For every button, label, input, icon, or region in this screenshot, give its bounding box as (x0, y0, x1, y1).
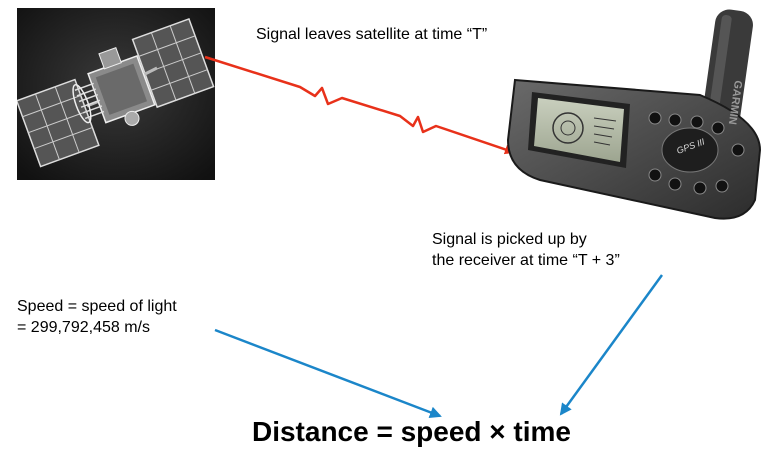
signal-picked-up-line-1: Signal is picked up by (432, 231, 587, 248)
signal-arrow (204, 55, 515, 155)
time-arrow (559, 274, 664, 416)
speed-label-line-1: Speed = speed of light (17, 298, 177, 315)
distance-formula: Distance = speed × time (251, 416, 572, 447)
speed-arrow (214, 328, 442, 419)
signal-picked-up-label: Signal is picked up by the receiver at t… (432, 229, 620, 271)
handheld-gps-receiver-icon (506, 9, 762, 220)
speed-label-line-2: = 299,792,458 m/s (17, 319, 150, 336)
diagram-overlay: GARMIN GPS III (204, 9, 762, 419)
speed-label: Speed = speed of light = 299,792,458 m/s (17, 296, 177, 338)
signal-leaves-label: Signal leaves satellite at time “T” (256, 26, 488, 43)
signal-picked-up-line-2: the receiver at time “T + 3” (432, 252, 620, 269)
